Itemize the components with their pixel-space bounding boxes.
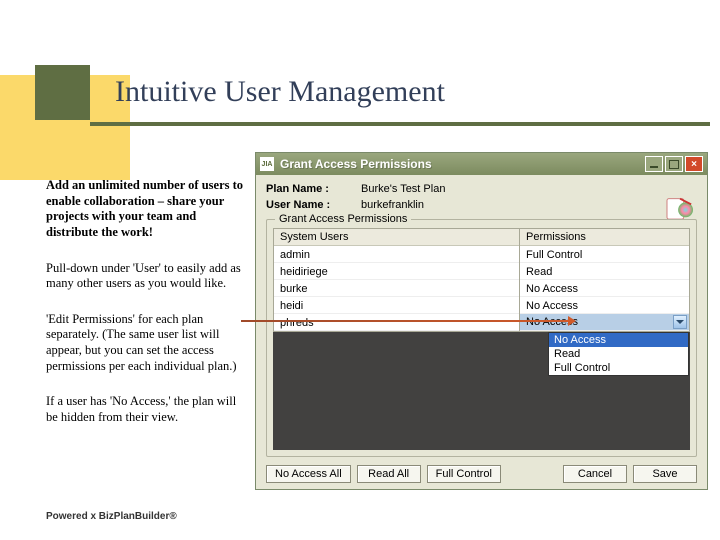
table-row[interactable]: phreds	[274, 314, 519, 331]
read-all-button[interactable]: Read All	[357, 465, 421, 483]
chevron-down-icon[interactable]	[673, 315, 687, 329]
bullet-list: Add an unlimited number of users to enab…	[46, 178, 246, 446]
app-icon: JIA	[260, 157, 274, 171]
no-access-all-button[interactable]: No Access All	[266, 465, 351, 483]
bullet-1: Add an unlimited number of users to enab…	[46, 178, 246, 241]
annotation-arrow	[241, 320, 569, 322]
permissions-group: Grant Access Permissions System Users ad…	[266, 219, 697, 457]
dropdown-option[interactable]: No Access	[549, 333, 688, 347]
bullet-4: If a user has 'No Access,' the plan will…	[46, 394, 246, 425]
bullet-3: 'Edit Permissions' for each plan separat…	[46, 312, 246, 375]
permission-cell[interactable]: Full Control	[520, 246, 689, 263]
permission-cell[interactable]: No Access	[520, 280, 689, 297]
plan-name-value: Burke's Test Plan	[361, 183, 445, 195]
permission-dropdown[interactable]: No Access	[520, 314, 689, 331]
minimize-button[interactable]	[645, 156, 663, 172]
table-row[interactable]: admin	[274, 246, 519, 263]
grant-access-dialog: JIA Grant Access Permissions × Plan Name…	[255, 152, 708, 490]
table-row[interactable]: heidiriege	[274, 263, 519, 280]
footer-text: Powered x BizPlanBuilder®	[46, 511, 177, 522]
plan-name-label: Plan Name :	[266, 183, 361, 195]
user-name-label: User Name :	[266, 199, 361, 211]
permissions-icon	[665, 195, 695, 221]
full-control-button[interactable]: Full Control	[427, 465, 501, 483]
slide-title: Intuitive User Management	[115, 75, 445, 109]
maximize-button[interactable]	[665, 156, 683, 172]
close-button[interactable]: ×	[685, 156, 703, 172]
permissions-table: System Users admin heidiriege burke heid…	[273, 228, 690, 332]
group-legend: Grant Access Permissions	[275, 213, 411, 225]
dropdown-option[interactable]: Read	[549, 347, 688, 361]
table-row[interactable]: burke	[274, 280, 519, 297]
accent-square	[35, 65, 90, 120]
title-underline	[90, 122, 710, 126]
bullet-2: Pull-down under 'User' to easily add as …	[46, 261, 246, 292]
user-name-value: burkefranklin	[361, 199, 424, 211]
permission-dropdown-list: No Access Read Full Control	[548, 332, 689, 376]
permission-cell[interactable]: Read	[520, 263, 689, 280]
perms-column-header[interactable]: Permissions	[520, 229, 689, 246]
dialog-button-row: No Access All Read All Full Control Canc…	[266, 465, 697, 483]
dropdown-option[interactable]: Full Control	[549, 361, 688, 375]
cancel-button[interactable]: Cancel	[563, 465, 627, 483]
users-column-header[interactable]: System Users	[274, 229, 519, 246]
table-row[interactable]: heidi	[274, 297, 519, 314]
save-button[interactable]: Save	[633, 465, 697, 483]
permission-cell[interactable]: No Access	[520, 297, 689, 314]
dialog-title: Grant Access Permissions	[280, 157, 645, 171]
dialog-titlebar: JIA Grant Access Permissions ×	[256, 153, 707, 175]
